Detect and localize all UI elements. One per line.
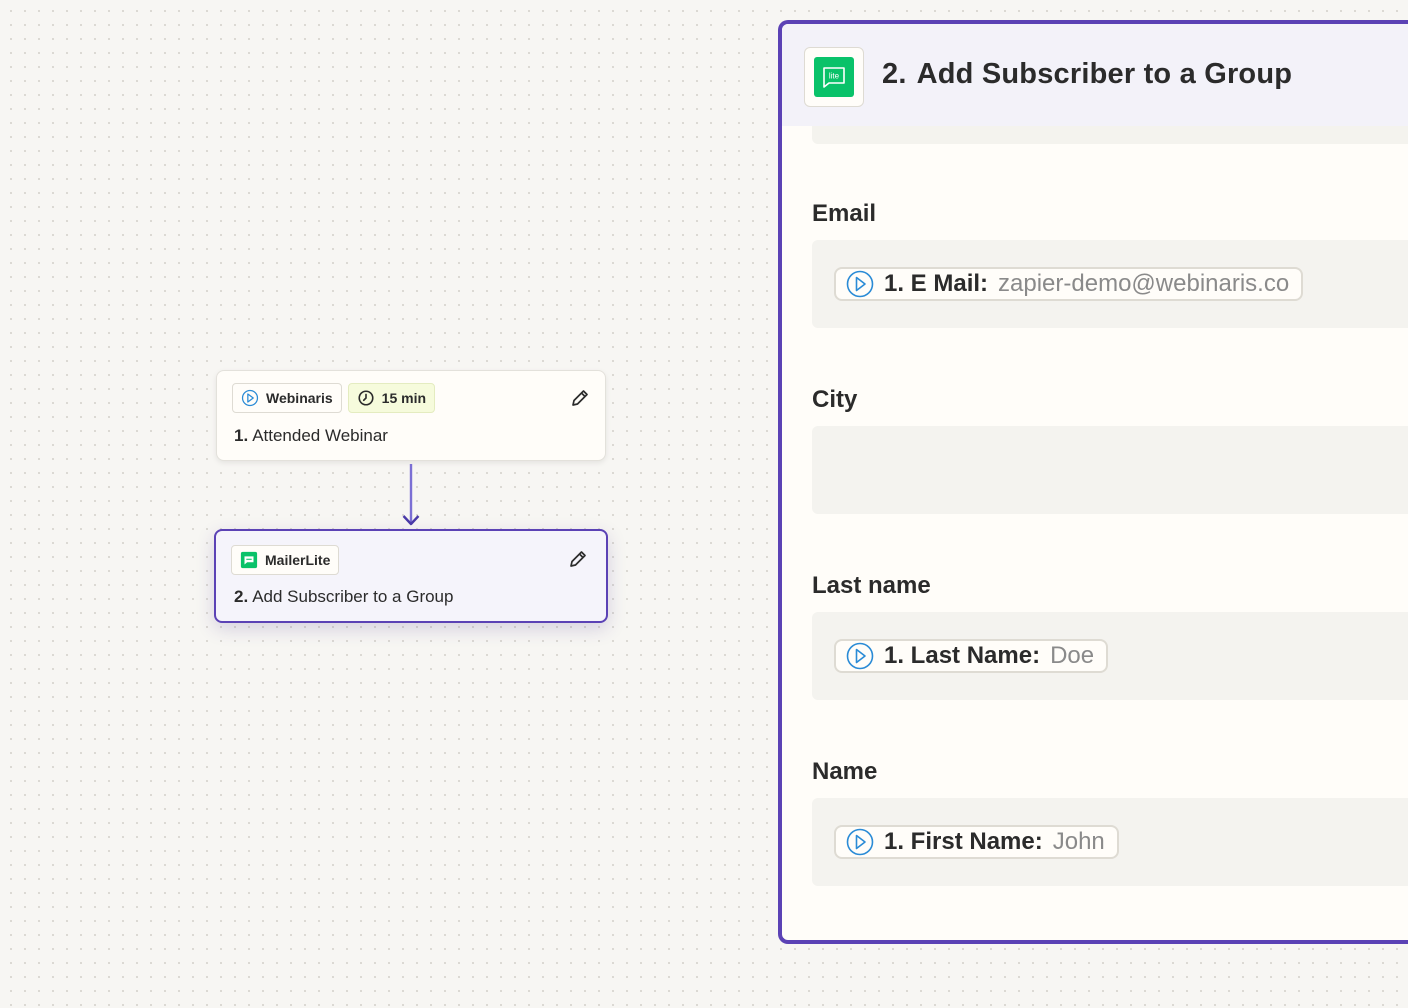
city-field-label: City xyxy=(812,386,858,413)
action-step-name: Add Subscriber to a Group xyxy=(252,587,454,606)
last-name-mapped-token[interactable]: 1. Last Name: Doe xyxy=(834,639,1109,673)
app-chip-mailerlite: MailerLite xyxy=(231,545,340,575)
webinaris-icon xyxy=(846,642,874,670)
city-field[interactable] xyxy=(812,426,1408,514)
last-name-field-label: Last name xyxy=(812,572,931,599)
email-field[interactable]: 1. E Mail: zapier-demo@webinaris.co xyxy=(812,240,1408,328)
panel-header: lite 2. Add Subscriber to a Group xyxy=(782,24,1408,126)
last-name-field[interactable]: 1. Last Name: Doe xyxy=(812,612,1408,700)
trigger-app-name: Webinaris xyxy=(266,390,333,406)
action-step-card[interactable]: MailerLite 2. Add Subscriber to a Group xyxy=(214,529,608,623)
clock-icon xyxy=(358,390,374,406)
arrow-down-icon xyxy=(402,464,420,526)
panel-app-icon: lite xyxy=(804,47,864,107)
schedule-chip: 15 min xyxy=(347,383,436,413)
webinaris-icon xyxy=(846,828,874,856)
schedule-text: 15 min xyxy=(381,390,427,406)
trigger-step-title: 1. Attended Webinar xyxy=(234,426,388,446)
token-label: 1. First Name: xyxy=(884,828,1043,855)
token-value: Doe xyxy=(1050,642,1095,669)
token-value: zapier-demo@webinaris.co xyxy=(998,270,1290,297)
webinaris-icon xyxy=(846,270,874,298)
pencil-icon[interactable] xyxy=(567,548,589,570)
webinaris-icon xyxy=(241,389,259,407)
trigger-step-number: 1. xyxy=(234,426,249,445)
panel-step-number: 2. xyxy=(882,58,907,90)
token-label: 1. Last Name: xyxy=(884,642,1041,669)
email-field-label: Email xyxy=(812,200,877,227)
step-editor-panel: lite 2. Add Subscriber to a Group Email 1… xyxy=(778,20,1408,944)
panel-step-name: Add Subscriber to a Group xyxy=(916,58,1293,90)
first-name-mapped-token[interactable]: 1. First Name: John xyxy=(834,825,1119,859)
token-label: 1. E Mail: xyxy=(884,270,989,297)
mailerlite-icon xyxy=(240,551,258,569)
name-field-label: Name xyxy=(812,758,878,785)
previous-field-box xyxy=(812,126,1408,144)
trigger-step-name: Attended Webinar xyxy=(252,426,388,445)
panel-title: 2. Add Subscriber to a Group xyxy=(882,58,1292,91)
mailerlite-icon: lite xyxy=(814,57,854,97)
token-value: John xyxy=(1052,828,1105,855)
action-app-name: MailerLite xyxy=(265,552,331,568)
app-chip-webinaris: Webinaris xyxy=(232,383,342,413)
mailerlite-logo-text: lite xyxy=(829,72,840,81)
pencil-icon[interactable] xyxy=(569,387,591,409)
action-step-title: 2. Add Subscriber to a Group xyxy=(234,587,453,607)
trigger-step-card[interactable]: Webinaris 15 min 1. Attended Webinar xyxy=(216,370,606,461)
name-field[interactable]: 1. First Name: John xyxy=(812,798,1408,886)
email-mapped-token[interactable]: 1. E Mail: zapier-demo@webinaris.co xyxy=(834,267,1304,301)
action-step-number: 2. xyxy=(234,587,249,606)
